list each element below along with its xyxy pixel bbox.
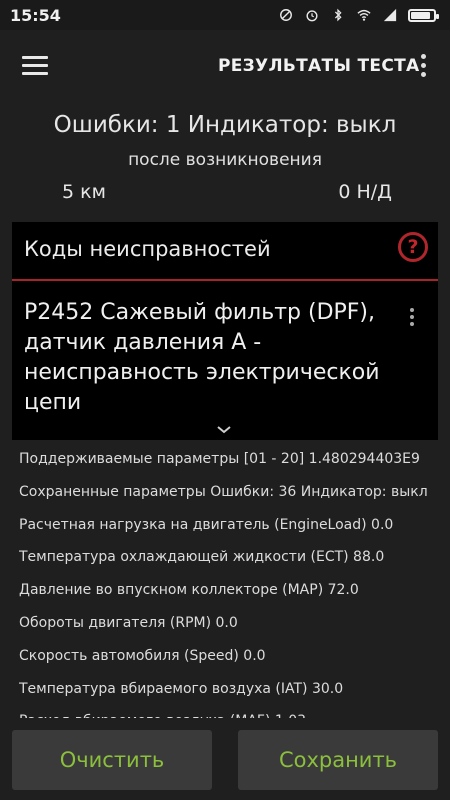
param-row: Расчетная нагрузка на двигатель (EngineL… — [19, 516, 394, 533]
status-icons — [278, 8, 439, 22]
cellular-signal-icon — [383, 8, 397, 22]
param-row: Сохраненные параметры Ошибки: 36 Индикат… — [19, 483, 428, 500]
param-row: Температура охлаждающей жидкости (ECT) 8… — [19, 549, 385, 566]
param-row: Давление во впускном коллекторе (MAP) 72… — [19, 582, 359, 599]
dtc-item-text: P2452 Сажевый фильтр (DPF), датчик давле… — [24, 300, 380, 415]
app-bar: РЕЗУЛЬТАТЫ ТЕСТА — [0, 30, 450, 102]
help-icon[interactable]: ? — [398, 232, 428, 262]
wifi-icon — [357, 9, 371, 21]
param-row: Поддерживаемые параметры [01 - 20] 1.480… — [19, 451, 420, 467]
dtc-list-item[interactable]: P2452 Сажевый фильтр (DPF), датчик давле… — [24, 298, 404, 418]
summary-value-right: 0 Н/Д — [338, 181, 392, 203]
dtc-header: Коды неисправностей ? — [12, 222, 438, 281]
hamburger-menu-icon[interactable] — [22, 56, 48, 76]
overflow-menu-icon[interactable] — [420, 54, 428, 78]
status-bar: 15:54 — [0, 0, 450, 30]
bluetooth-icon — [334, 8, 342, 22]
signal-blocked-icon — [280, 9, 292, 21]
param-row: Обороты двигателя (RPM) 0.0 — [19, 614, 238, 631]
clear-button[interactable]: Очистить — [12, 730, 212, 790]
status-time: 15:54 — [10, 5, 61, 25]
alarm-icon — [306, 10, 318, 22]
dtc-title: Коды неисправностей — [24, 237, 271, 261]
save-button[interactable]: Сохранить — [238, 730, 438, 790]
summary-errors-indicator: Ошибки: 1 Индикатор: выкл — [53, 112, 397, 138]
dtc-item-menu-icon[interactable] — [410, 308, 416, 330]
summary-distance: 5 км — [62, 181, 106, 203]
page-title: РЕЗУЛЬТАТЫ ТЕСТА — [218, 56, 420, 76]
battery-icon — [408, 8, 439, 22]
params-list[interactable]: Поддерживаемые параметры [01 - 20] 1.480… — [19, 446, 439, 718]
param-row: Расход вбираемого воздуха (MAF) 1.03 — [19, 708, 439, 718]
summary-after-occurrence: после возникновения — [128, 150, 322, 170]
chevron-down-icon[interactable] — [217, 426, 231, 434]
param-row: Температура вбираемого воздуха (IAT) 30.… — [19, 680, 344, 697]
battery-fill — [411, 11, 430, 19]
dtc-panel: Коды неисправностей ? P2452 Сажевый филь… — [12, 222, 438, 440]
param-row: Скорость автомобиля (Speed) 0.0 — [19, 647, 266, 664]
